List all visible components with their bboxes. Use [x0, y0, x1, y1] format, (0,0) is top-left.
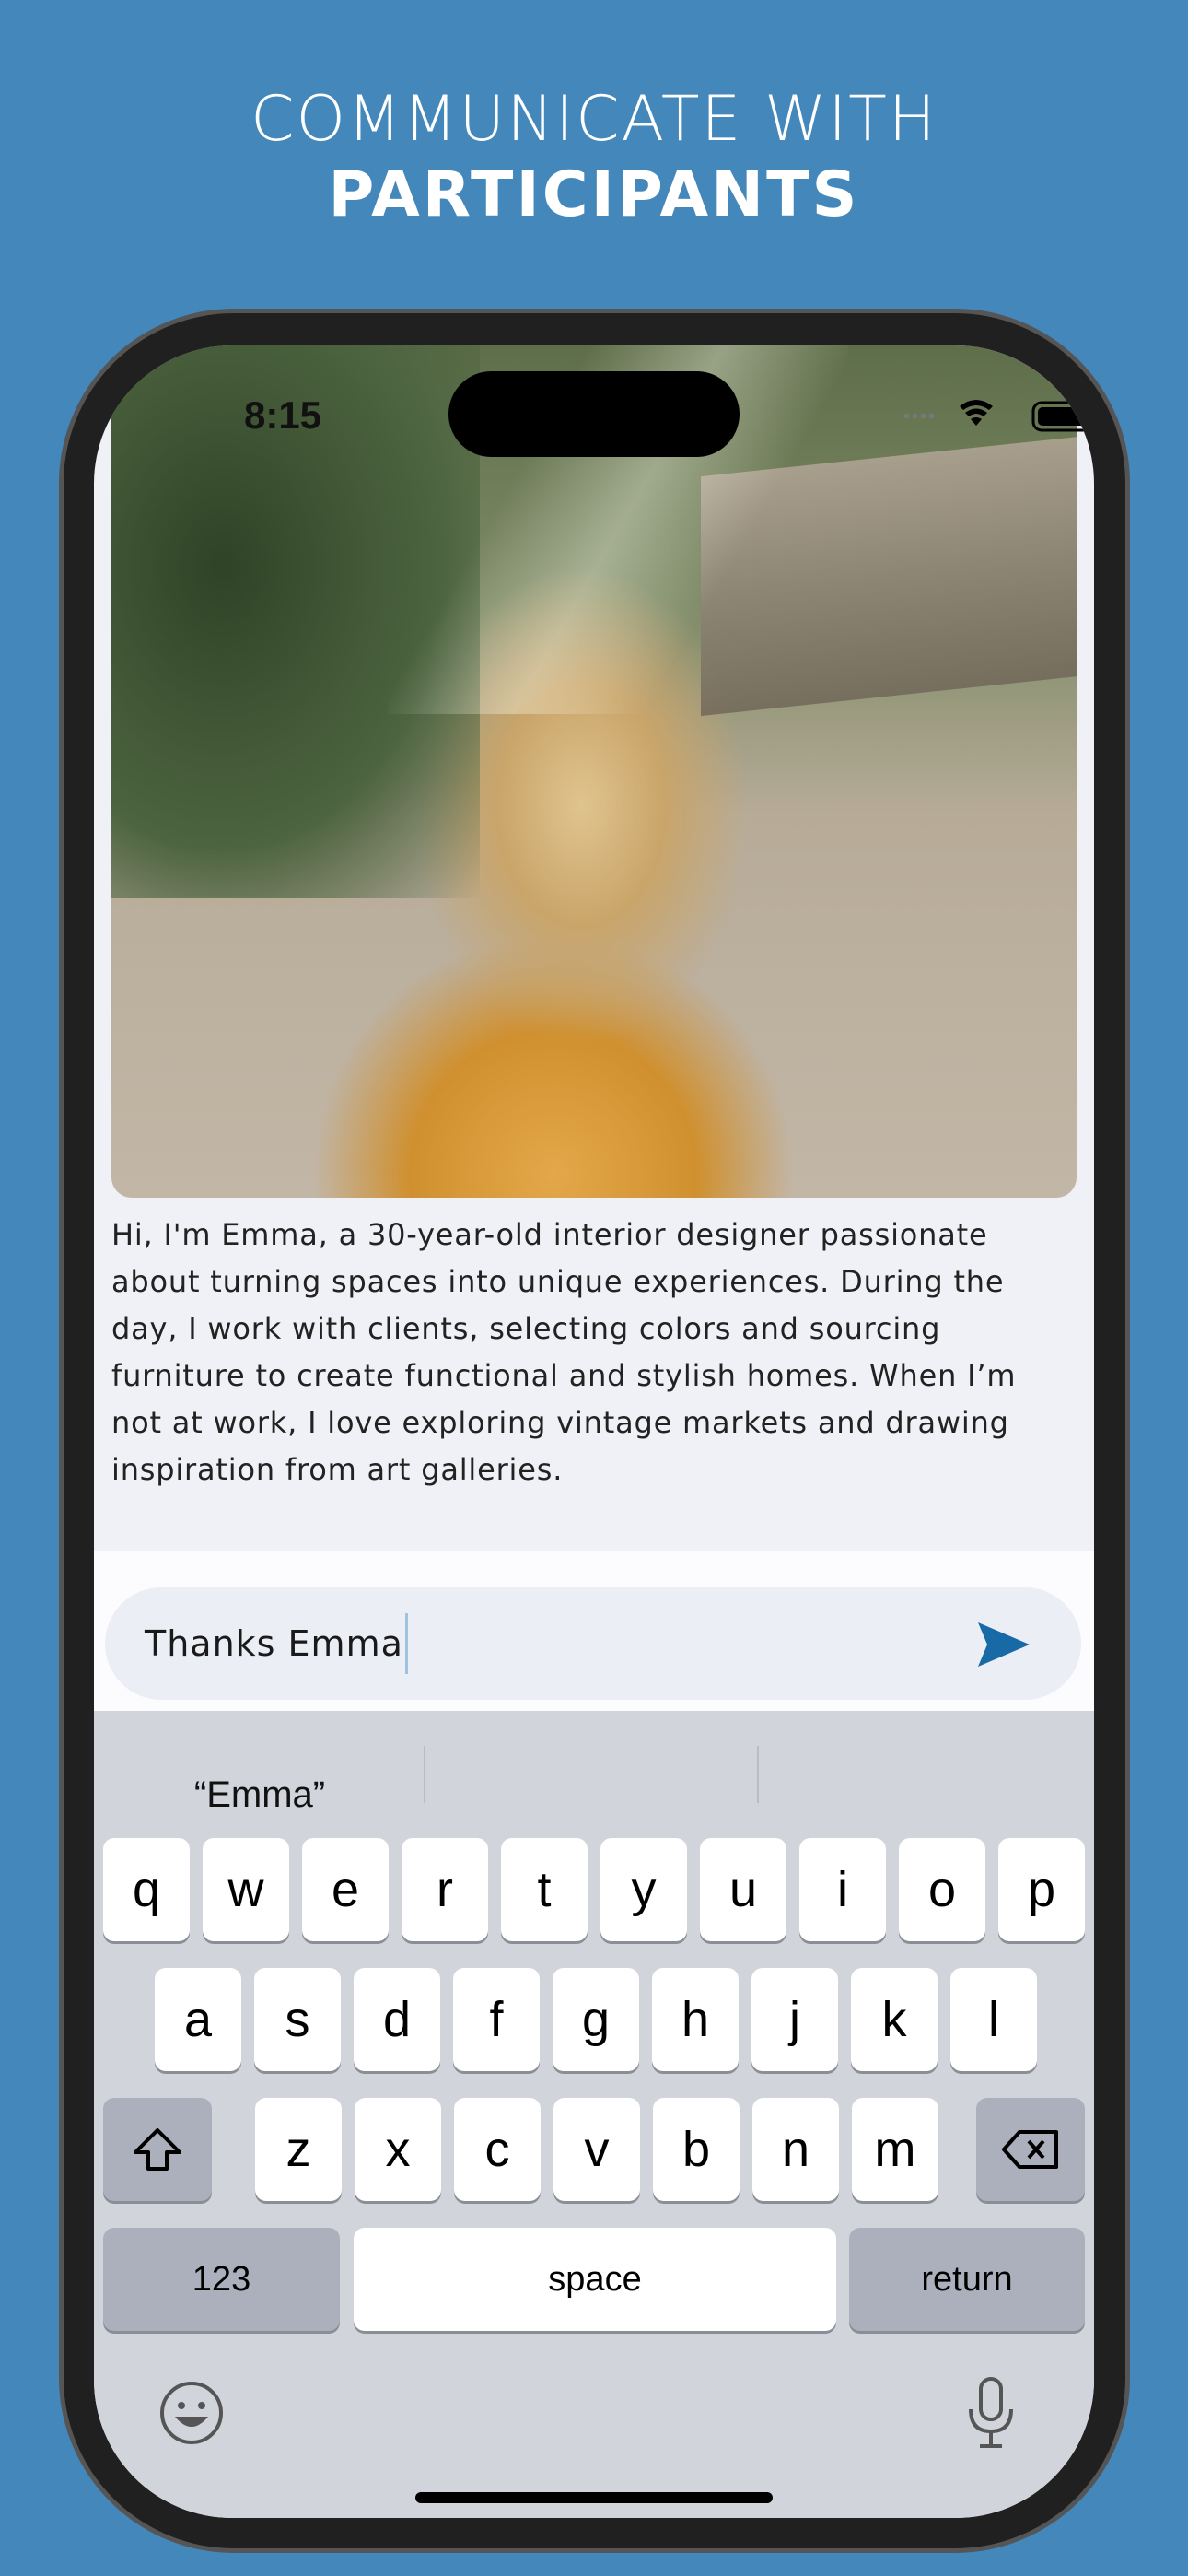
key-j[interactable]: j	[751, 1968, 838, 2071]
emoji-icon[interactable]	[158, 2380, 225, 2446]
message-input-text[interactable]: Thanks Emma	[145, 1623, 403, 1664]
battery-icon	[1031, 401, 1094, 432]
key-l[interactable]: l	[950, 1968, 1037, 2071]
suggestion-1[interactable]: “Emma”	[94, 1755, 425, 1834]
shift-key[interactable]	[103, 2098, 212, 2201]
dynamic-island	[448, 371, 740, 457]
key-p[interactable]: p	[998, 1838, 1085, 1941]
key-c[interactable]: c	[454, 2098, 541, 2201]
microphone-icon[interactable]	[965, 2376, 1017, 2450]
key-s[interactable]: s	[254, 1968, 341, 2071]
key-x[interactable]: x	[355, 2098, 441, 2201]
profile-photo	[111, 345, 1077, 1198]
home-indicator[interactable]	[415, 2492, 773, 2503]
key-q[interactable]: q	[103, 1838, 190, 1941]
send-icon[interactable]	[976, 1621, 1031, 1669]
key-t[interactable]: t	[501, 1838, 588, 1941]
keyboard: “Emma” qwertyuiop asdfghjkl zxcvbnm 123 sp…	[94, 1711, 1094, 2518]
key-h[interactable]: h	[652, 1968, 739, 2071]
key-w[interactable]: w	[203, 1838, 289, 1941]
message-input[interactable]: Thanks Emma	[105, 1587, 1081, 1700]
key-b[interactable]: b	[653, 2098, 740, 2201]
wifi-icon	[960, 400, 993, 426]
delete-key[interactable]	[976, 2098, 1085, 2201]
key-r[interactable]: r	[402, 1838, 488, 1941]
key-g[interactable]: g	[553, 1968, 639, 2071]
key-v[interactable]: v	[553, 2098, 640, 2201]
status-time: 8:15	[243, 393, 322, 437]
suggestion-2[interactable]	[425, 1755, 759, 1834]
numbers-key[interactable]: 123	[103, 2228, 340, 2331]
delete-icon	[1002, 2130, 1058, 2169]
key-f[interactable]: f	[453, 1968, 540, 2071]
key-n[interactable]: n	[752, 2098, 839, 2201]
key-k[interactable]: k	[851, 1968, 938, 2071]
profile-bio: Hi, I'm Emma, a 30-year-old interior des…	[111, 1217, 1017, 1487]
key-y[interactable]: y	[600, 1838, 687, 1941]
key-o[interactable]: o	[899, 1838, 985, 1941]
key-z[interactable]: z	[255, 2098, 342, 2201]
text-caret	[404, 1613, 408, 1674]
headline-line1: COMMUNICATE WITH	[250, 83, 938, 156]
status-icons	[904, 400, 1094, 432]
key-i[interactable]: i	[799, 1838, 886, 1941]
headline-line2: PARTICIPANTS	[328, 158, 860, 231]
key-u[interactable]: u	[700, 1838, 786, 1941]
return-key[interactable]: return	[849, 2228, 1085, 2331]
key-m[interactable]: m	[852, 2098, 938, 2201]
phone-screen: 8:15 Hi, I'm Emma, a 30-year-old interio…	[94, 345, 1094, 2518]
suggestion-3[interactable]	[759, 1755, 1094, 1834]
signal-icon	[904, 414, 934, 418]
space-key[interactable]: space	[354, 2228, 836, 2331]
shift-icon	[134, 2128, 181, 2171]
key-e[interactable]: e	[302, 1838, 389, 1941]
key-a[interactable]: a	[155, 1968, 241, 2071]
key-d[interactable]: d	[354, 1968, 440, 2071]
